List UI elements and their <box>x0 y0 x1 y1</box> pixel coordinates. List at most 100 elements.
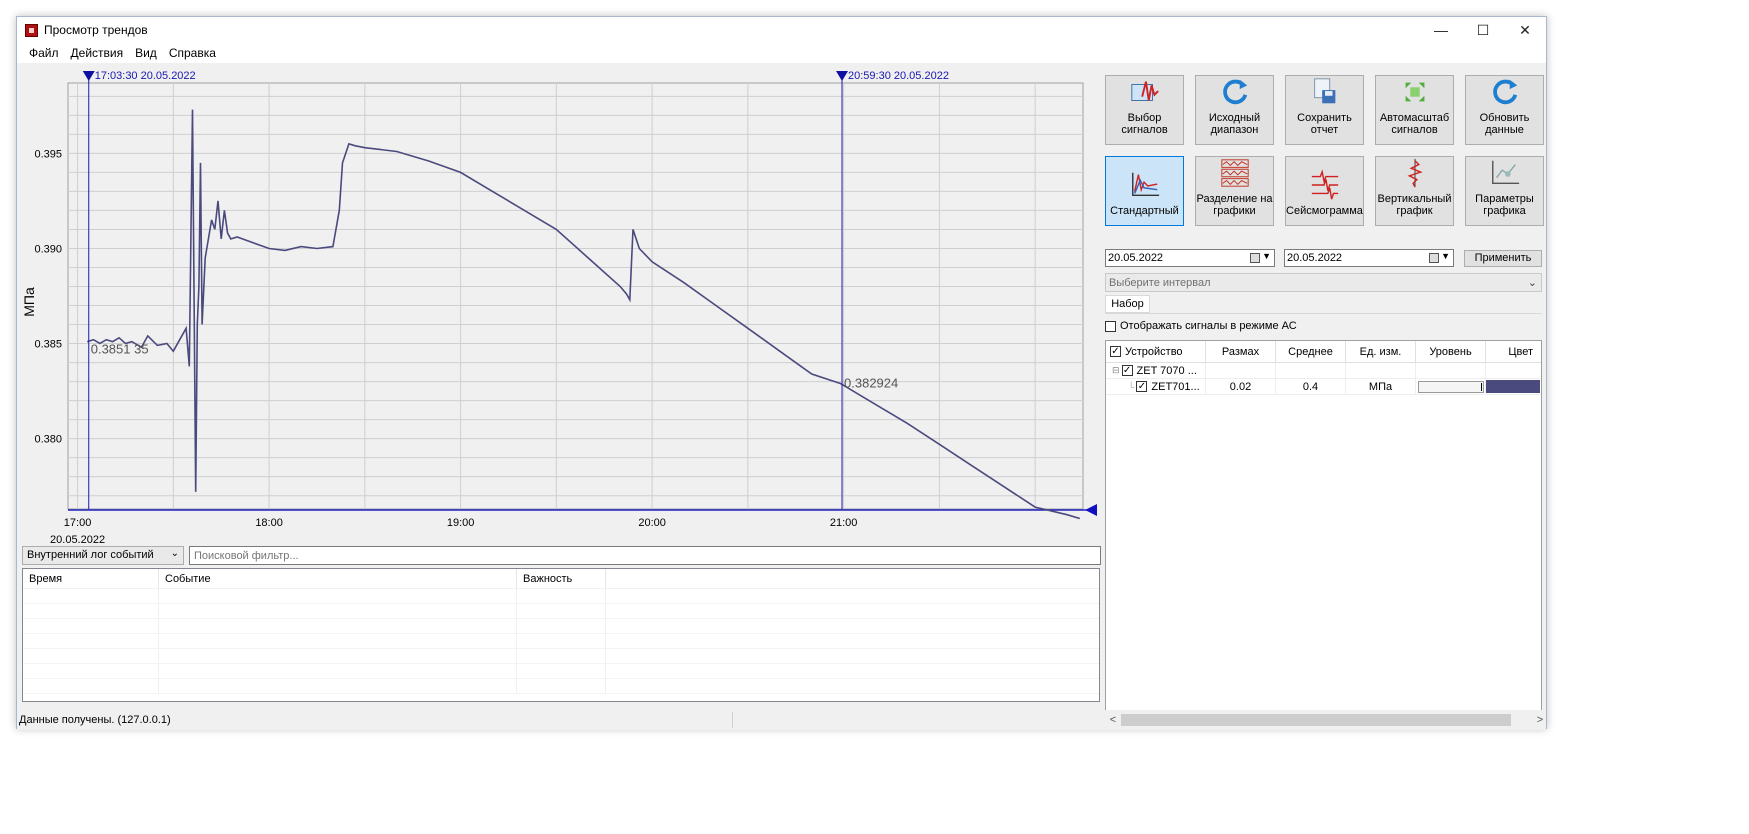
signal-level-marker <box>1480 382 1482 391</box>
col-unit[interactable]: Ед. изм. <box>1346 341 1416 362</box>
log-col-event[interactable]: Событие <box>159 569 517 588</box>
signal-range: 0.02 <box>1206 378 1276 395</box>
signal-name-cell: └ ✓ ZET701... <box>1106 378 1206 395</box>
tool-label: Выбор сигналов <box>1121 112 1168 136</box>
axis-end-marker-icon[interactable] <box>1085 504 1097 516</box>
device-level-cell <box>1416 362 1486 379</box>
reset-range-button[interactable]: Исходный диапазон <box>1195 75 1274 145</box>
device-row[interactable]: ⊟ ✓ ZET 7070 ... <box>1106 362 1541 379</box>
trend-chart[interactable]: 0.395 0.390 0.385 0.380 МПа 17:00 18:00 19:00 20… <box>21 67 1099 546</box>
calendar-icon[interactable] <box>1429 253 1439 263</box>
log-header: Время Событие Важность <box>23 569 1099 589</box>
chart-params-button[interactable]: Параметры графика <box>1465 156 1544 226</box>
signal-row[interactable]: └ ✓ ZET701... 0.02 0.4 МПа <box>1106 378 1541 395</box>
tab-divider <box>1105 313 1542 314</box>
x-tick-label: 20:00 <box>638 517 666 529</box>
signals-table[interactable]: ✓ Устройство Размах Среднее Ед. изм. Уро… <box>1105 340 1542 711</box>
tool-label: Разделение на графики <box>1196 193 1273 217</box>
log-search-input[interactable] <box>189 546 1101 565</box>
signals-header: ✓ Устройство Размах Среднее Ед. изм. Уро… <box>1106 341 1541 363</box>
log-empty-row <box>23 619 1099 634</box>
signal-checkbox[interactable]: ✓ <box>1136 381 1148 392</box>
menu-file[interactable]: Файл <box>23 46 65 60</box>
signal-select-button[interactable]: Выбор сигналов <box>1105 75 1184 145</box>
standard-chart-button[interactable]: Стандартный <box>1105 156 1184 226</box>
cursor-marker-icon[interactable] <box>82 71 95 81</box>
y-axis-label: МПа <box>21 287 37 317</box>
col-mean[interactable]: Среднее <box>1276 341 1346 362</box>
device-checkbox[interactable]: ✓ <box>1121 365 1133 376</box>
tool-label: Автомасштаб сигналов <box>1379 112 1450 136</box>
interval-select[interactable]: Выберите интервал ⌄ <box>1105 273 1542 292</box>
menu-view[interactable]: Вид <box>129 46 163 60</box>
col-range[interactable]: Размах <box>1206 341 1276 362</box>
ac-mode-checkbox-row[interactable]: Отображать сигналы в режиме АС <box>1105 320 1297 332</box>
interval-placeholder: Выберите интервал <box>1109 277 1211 289</box>
device-mean-cell <box>1276 362 1346 379</box>
vertical-chart-icon <box>1407 158 1423 188</box>
cursor-right-label: 20:59:30 20.05.2022 <box>848 70 949 82</box>
log-empty-row <box>23 634 1099 649</box>
chevron-down-icon[interactable]: ▼ <box>1262 251 1271 261</box>
signal-select-icon <box>1130 81 1159 101</box>
log-source-select[interactable]: Внутренний лог событий ⌄ <box>22 546 184 565</box>
status-bar: Данные получены. (127.0.0.1) < > <box>17 710 1546 730</box>
title-bar: Просмотр трендов — ☐ ✕ <box>17 17 1546 43</box>
col-device[interactable]: ✓ Устройство <box>1106 341 1206 362</box>
app-window: Просмотр трендов — ☐ ✕ Файл Действия Вид… <box>16 16 1547 730</box>
calendar-icon[interactable] <box>1250 253 1260 263</box>
vertical-chart-button[interactable]: Вертикальный график <box>1375 156 1454 226</box>
save-report-button[interactable]: Сохранить отчет <box>1285 75 1364 145</box>
signal-mean: 0.4 <box>1276 378 1346 395</box>
seismogram-button[interactable]: Сейсмограмма <box>1285 156 1364 226</box>
select-all-checkbox[interactable]: ✓ <box>1110 346 1121 357</box>
event-log-table[interactable]: Время Событие Важность <box>22 568 1100 702</box>
tool-label: Обновить данные <box>1479 112 1530 136</box>
signal-color-cell[interactable] <box>1486 379 1541 395</box>
log-col-severity[interactable]: Важность <box>517 569 606 588</box>
autoscale-button[interactable]: Автомасштаб сигналов <box>1375 75 1454 145</box>
tool-label: Сейсмограмма <box>1286 205 1363 217</box>
scroll-right-icon[interactable]: > <box>1532 712 1548 728</box>
collapse-icon[interactable]: ⊟ <box>1112 365 1120 376</box>
tab-set[interactable]: Набор <box>1105 295 1150 313</box>
scroll-track[interactable] <box>1121 713 1532 727</box>
chevron-down-icon: ⌄ <box>170 548 179 559</box>
minimize-button[interactable]: — <box>1420 17 1462 43</box>
close-button[interactable]: ✕ <box>1504 17 1546 43</box>
seismogram-icon <box>1311 169 1338 200</box>
cursor-marker-icon[interactable] <box>836 71 849 81</box>
log-col-time[interactable]: Время <box>23 569 159 588</box>
x-tick-label: 19:00 <box>447 517 475 529</box>
tree-branch-icon: └ <box>1128 381 1135 392</box>
horizontal-scrollbar[interactable]: < > <box>1105 712 1548 728</box>
cursor-left-value: 0.3851 35 <box>91 342 149 357</box>
scroll-left-icon[interactable]: < <box>1105 712 1121 728</box>
split-charts-button[interactable]: Разделение на графики <box>1195 156 1274 226</box>
y-tick-label: 0.380 <box>34 434 62 446</box>
menu-actions[interactable]: Действия <box>65 46 130 60</box>
device-color-cell <box>1486 363 1541 379</box>
signal-color-swatch[interactable] <box>1486 380 1540 393</box>
col-color[interactable]: Цвет <box>1486 341 1541 362</box>
status-text: Данные получены. (127.0.0.1) <box>17 712 733 728</box>
cursor-left-label: 17:03:30 20.05.2022 <box>95 70 196 82</box>
y-tick-label: 0.390 <box>34 243 62 255</box>
refresh-button[interactable]: Обновить данные <box>1465 75 1544 145</box>
date-to-input[interactable]: 20.05.2022 ▼ <box>1284 249 1454 267</box>
plot-area[interactable] <box>67 82 1084 510</box>
toolbar-row-2: Стандартный Разделение на графики Сейсмогр… <box>1105 156 1544 226</box>
col-level[interactable]: Уровень <box>1416 341 1486 362</box>
signal-unit: МПа <box>1346 378 1416 395</box>
maximize-button[interactable]: ☐ <box>1462 17 1504 43</box>
apply-button[interactable]: Применить <box>1464 250 1542 267</box>
date-from-input[interactable]: 20.05.2022 ▼ <box>1105 249 1275 267</box>
chart-svg[interactable]: 0.395 0.390 0.385 0.380 МПа 17:00 18:00 19:00 20… <box>21 67 1099 546</box>
log-empty-row <box>23 679 1099 694</box>
tool-label: Сохранить отчет <box>1297 112 1352 136</box>
ac-mode-checkbox[interactable] <box>1105 320 1116 332</box>
x-tick-label: 17:00 <box>64 517 92 529</box>
chevron-down-icon[interactable]: ▼ <box>1441 251 1450 261</box>
menu-help[interactable]: Справка <box>163 46 222 60</box>
scroll-thumb[interactable] <box>1121 714 1511 726</box>
